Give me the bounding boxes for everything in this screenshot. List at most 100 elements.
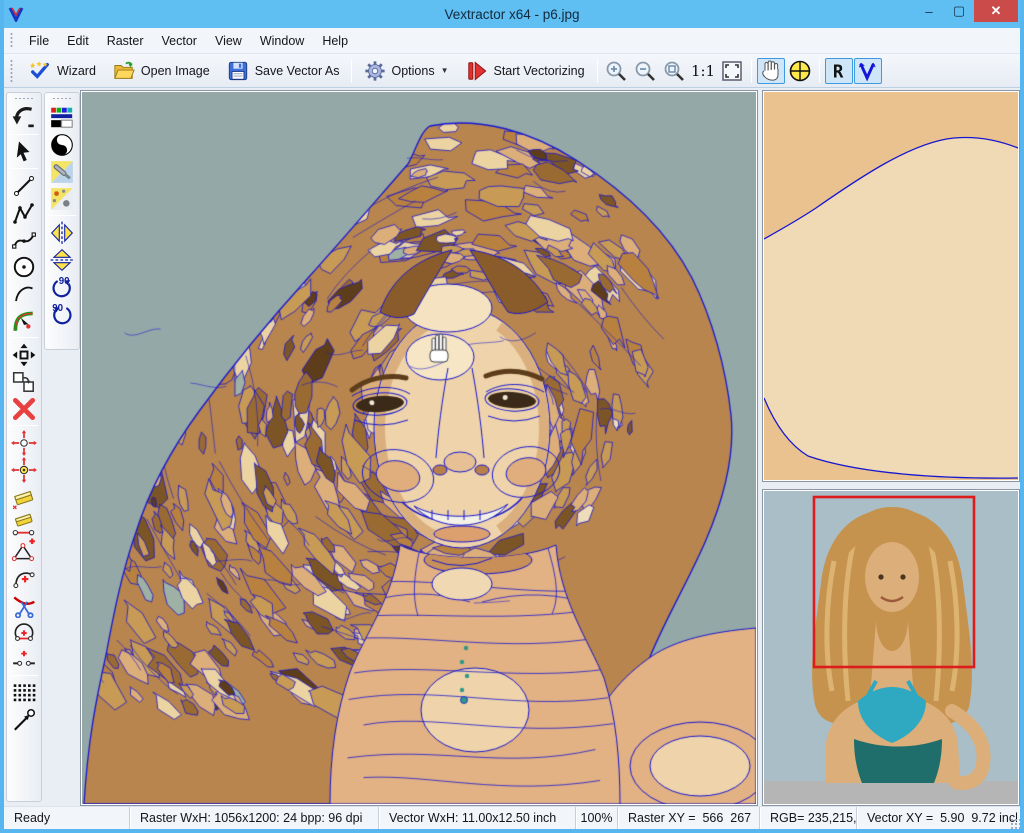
- window-title: Vextractor x64 - p6.jpg: [0, 7, 1024, 22]
- add-arc-node-icon: [11, 565, 37, 591]
- copy-tool[interactable]: [10, 368, 38, 395]
- mirror-h-tool[interactable]: [48, 246, 76, 273]
- zoom-out-button[interactable]: [631, 58, 659, 84]
- zoom-in-button[interactable]: [602, 58, 630, 84]
- zoom-in-icon: [603, 59, 629, 83]
- add-vertex-icon: [11, 538, 37, 564]
- cut-icon: [11, 592, 37, 618]
- menu-vector[interactable]: Vector: [153, 30, 206, 52]
- move-icon: [11, 342, 37, 368]
- pick-point-tool[interactable]: [10, 706, 38, 733]
- rotate-cw-icon: 90: [49, 274, 75, 300]
- trace-icon: [11, 308, 37, 334]
- vector-v-icon: [857, 59, 879, 83]
- start-vectorizing-label: Start Vectorizing: [494, 64, 585, 78]
- wizard-button[interactable]: Wizard: [20, 56, 104, 86]
- center-view-button[interactable]: [786, 58, 814, 84]
- status-raster-xy: Raster XY = 566 267: [617, 807, 759, 829]
- rotate-ccw-tool[interactable]: 90: [48, 300, 76, 327]
- erase-segment-icon: [11, 511, 37, 537]
- delete-tool[interactable]: [10, 395, 38, 422]
- menu-edit[interactable]: Edit: [58, 30, 98, 52]
- invert-tool[interactable]: [48, 131, 76, 158]
- despeckle-tool[interactable]: [48, 158, 76, 185]
- line-tool[interactable]: [10, 172, 38, 199]
- pan-button[interactable]: [757, 58, 785, 84]
- raster-r-icon: R: [828, 59, 850, 83]
- move-node-icon: [11, 430, 37, 456]
- zoom-fit-button[interactable]: [718, 58, 746, 84]
- arc-tool[interactable]: [10, 280, 38, 307]
- menu-file[interactable]: File: [20, 30, 58, 52]
- status-bar: Ready Raster WxH: 1056x1200: 24 bpp: 96 …: [4, 806, 1020, 829]
- mirror-v-tool[interactable]: [48, 219, 76, 246]
- circle-tool[interactable]: [10, 253, 38, 280]
- rotate-cw-tool[interactable]: 90: [48, 273, 76, 300]
- move-tool[interactable]: [10, 341, 38, 368]
- close-contour-icon: [11, 619, 37, 645]
- add-vertex-tool[interactable]: [10, 537, 38, 564]
- polyline-tool[interactable]: [10, 199, 38, 226]
- menu-help[interactable]: Help: [313, 30, 357, 52]
- close-contour-tool[interactable]: [10, 618, 38, 645]
- minimize-button[interactable]: –: [914, 0, 944, 22]
- thumbnail-panel[interactable]: [762, 489, 1020, 806]
- menu-window[interactable]: Window: [251, 30, 313, 52]
- despeckle-icon: [49, 159, 75, 185]
- zoom-1-1-button[interactable]: 1:1: [689, 58, 717, 84]
- join-nodes-tool[interactable]: [10, 645, 38, 672]
- open-image-button[interactable]: Open Image: [104, 56, 218, 86]
- trace-tool[interactable]: [10, 307, 38, 334]
- status-zoom-level: 100%: [575, 807, 617, 829]
- add-arc-node-tool[interactable]: [10, 564, 38, 591]
- options-label: Options: [391, 64, 434, 78]
- toolbar-grip: [10, 59, 13, 82]
- gear-icon: [364, 60, 386, 82]
- target-icon: [788, 59, 812, 83]
- wizard-icon: [28, 60, 52, 82]
- close-button[interactable]: ✕: [974, 0, 1018, 22]
- invert-icon: [49, 132, 75, 158]
- show-vector-button[interactable]: [854, 58, 882, 84]
- save-vector-as-label: Save Vector As: [255, 64, 340, 78]
- dropdown-arrow-icon[interactable]: ▼: [441, 66, 449, 75]
- zoom-window-button[interactable]: [660, 58, 688, 84]
- zoom-preview-panel[interactable]: [762, 90, 1020, 482]
- vector-canvas[interactable]: [82, 92, 756, 804]
- menu-view[interactable]: View: [206, 30, 251, 52]
- options-button[interactable]: Options ▼: [356, 56, 456, 86]
- status-vector-size: Vector WxH: 11.00x12.50 inch: [378, 807, 575, 829]
- start-vectorizing-button[interactable]: Start Vectorizing: [457, 56, 593, 86]
- open-icon: [112, 60, 136, 82]
- grid-icon: [11, 680, 37, 706]
- select-icon: [12, 139, 36, 165]
- circle-icon: [11, 254, 37, 280]
- erase-segment-tool[interactable]: [10, 510, 38, 537]
- spline-tool[interactable]: [10, 226, 38, 253]
- eraser-icon: [11, 484, 37, 510]
- grid-tool[interactable]: [10, 679, 38, 706]
- cut-tool[interactable]: [10, 591, 38, 618]
- main-toolbar: WizardOpen Image Save Vector As Options ▼ St…: [4, 54, 1020, 88]
- palette-tool[interactable]: [48, 104, 76, 131]
- median-tool[interactable]: [48, 185, 76, 212]
- edit-toolbar: [6, 92, 42, 802]
- svg-text:1:1: 1:1: [690, 62, 714, 80]
- move-node-snap-tool[interactable]: [10, 456, 38, 483]
- move-node-tool[interactable]: [10, 429, 38, 456]
- save-vector-as-button[interactable]: Save Vector As: [218, 56, 348, 86]
- hand-icon: [759, 59, 783, 83]
- title-bar: Vextractor x64 - p6.jpg – ▢ ✕: [0, 0, 1024, 28]
- show-raster-button[interactable]: R: [825, 58, 853, 84]
- delete-icon: [11, 396, 37, 422]
- status-rgb: RGB= 235,215,18: [759, 807, 856, 829]
- mirror-h-icon: [49, 247, 75, 273]
- maximize-button[interactable]: ▢: [944, 0, 974, 22]
- status-ready: Ready: [4, 807, 129, 829]
- select-tool[interactable]: [10, 138, 38, 165]
- menu-raster[interactable]: Raster: [98, 30, 153, 52]
- eraser-tool[interactable]: [10, 483, 38, 510]
- arc-icon: [11, 282, 37, 306]
- undo-tool[interactable]: [10, 104, 38, 131]
- menu-bar: FileEditRasterVectorViewWindowHelp: [4, 28, 1020, 54]
